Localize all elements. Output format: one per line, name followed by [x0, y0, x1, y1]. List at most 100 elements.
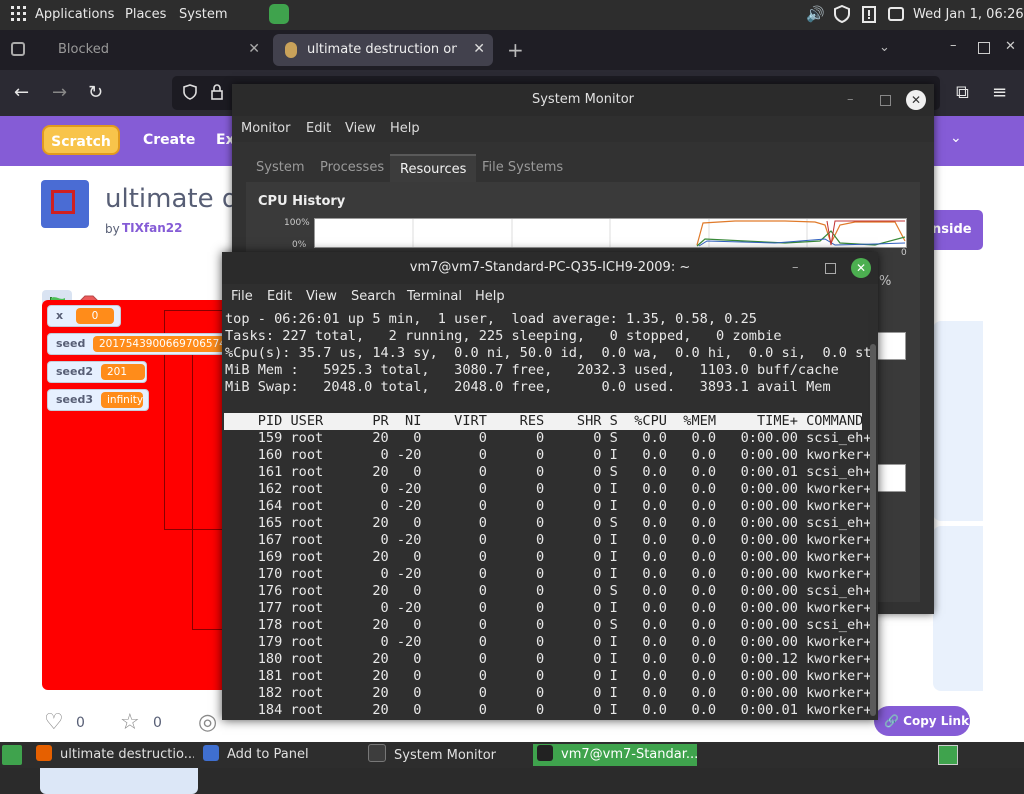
back-arrow-icon[interactable]: ← [14, 82, 29, 103]
minimize-icon[interactable]: – [792, 252, 799, 284]
menu-places[interactable]: Places [125, 7, 166, 22]
menu-file[interactable]: File [231, 289, 253, 304]
menu-edit[interactable]: Edit [267, 289, 292, 304]
variable-value: 0 [76, 308, 114, 324]
menu-terminal[interactable]: Terminal [407, 289, 462, 304]
hamburger-menu-icon[interactable]: ≡ [992, 82, 1007, 103]
variable-monitor-seed[interactable]: seed 2017543900669706574 [47, 333, 235, 355]
lock-icon[interactable] [210, 84, 224, 104]
task-system-monitor[interactable]: System Monitor [368, 744, 526, 766]
tab-overview-icon[interactable] [11, 42, 25, 56]
menu-search[interactable]: Search [351, 289, 396, 304]
account-chevron-icon[interactable]: ⌄ [950, 130, 962, 146]
variable-value: infinity [101, 392, 143, 408]
show-desktop-icon[interactable] [2, 745, 22, 765]
window-title: System Monitor [531, 92, 635, 107]
tab-blocked[interactable]: Blocked ✕ [40, 34, 268, 66]
scratch-logo[interactable]: Scratch [42, 125, 120, 155]
bottom-taskbar: ultimate destructio... Add to Panel Syst… [0, 742, 1024, 768]
variable-monitor-x[interactable]: x 0 [47, 305, 121, 327]
menu-view[interactable]: View [306, 289, 337, 304]
task-add-to-panel[interactable]: Add to Panel [203, 744, 353, 766]
menu-applications[interactable]: Applications [35, 7, 114, 22]
remix-icon[interactable]: ◎ [198, 710, 217, 735]
variable-name: seed2 [56, 365, 93, 378]
menu-edit[interactable]: Edit [306, 121, 331, 136]
window-list-icon[interactable] [887, 5, 905, 23]
terminal-window: vm7@vm7-Standard-PC-Q35-ICH9-2009: ~ – ✕… [222, 252, 878, 720]
terminal-menubar: File Edit View Search Terminal Help [222, 284, 878, 310]
variable-name: seed [56, 337, 86, 350]
side-card [933, 526, 983, 691]
clipboard-alert-icon[interactable] [860, 5, 878, 23]
close-tab-icon[interactable]: ✕ [473, 41, 485, 57]
process-row: 178 root 20 0 0 0 0 S 0.0 0.0 0:00.00 sc… [225, 617, 872, 633]
close-icon[interactable]: ✕ [906, 90, 926, 110]
terminal-output[interactable]: top - 06:26:01 up 5 min, 1 user, load av… [222, 310, 872, 720]
restore-icon[interactable] [978, 42, 990, 54]
top-summary-line: top - 06:26:01 up 5 min, 1 user, load av… [225, 311, 757, 327]
minimize-icon[interactable]: – [847, 84, 854, 116]
task-terminal[interactable]: vm7@vm7-Standar... [533, 744, 697, 766]
star-icon[interactable]: ☆ [120, 710, 140, 735]
nav-create[interactable]: Create [143, 132, 195, 148]
reload-icon[interactable]: ↻ [88, 82, 103, 103]
extensions-icon[interactable]: ⧉ [956, 82, 969, 103]
favorite-count: 0 [153, 715, 162, 731]
menu-system[interactable]: System [179, 7, 227, 22]
terminal-icon [537, 745, 553, 761]
menu-monitor[interactable]: Monitor [241, 121, 290, 136]
process-row: 176 root 20 0 0 0 0 S 0.0 0.0 0:00.00 sc… [225, 583, 872, 599]
link-icon: 🔗 [884, 714, 899, 728]
close-icon[interactable]: ✕ [851, 258, 871, 278]
menu-view[interactable]: View [345, 121, 376, 136]
process-row: 184 root 20 0 0 0 0 I 0.0 0.0 0:00.01 kw… [225, 702, 872, 718]
tab-system[interactable]: System [246, 154, 314, 182]
tab-ultimate-destruction[interactable]: ultimate destruction on Scr ✕ [273, 34, 493, 66]
tab-strip: Blocked ✕ ultimate destruction on Scr ✕ … [0, 30, 1024, 70]
side-card [933, 321, 983, 521]
clock[interactable]: Wed Jan 1, 06:26 [913, 7, 1024, 22]
process-row: 180 root 20 0 0 0 0 I 0.0 0.0 0:00.12 kw… [225, 651, 872, 667]
volume-icon[interactable]: 🔊 [806, 5, 825, 23]
tracking-shield-icon[interactable] [182, 84, 198, 104]
task-label: ultimate destructio... [60, 747, 194, 762]
variable-value: 201 [101, 364, 145, 380]
terminal-scrollbar[interactable] [870, 344, 876, 716]
copy-link-button[interactable]: 🔗 Copy Link [874, 706, 970, 736]
menu-help[interactable]: Help [475, 289, 505, 304]
close-window-icon[interactable]: ✕ [1005, 39, 1016, 54]
forward-arrow-icon[interactable]: → [52, 82, 67, 103]
maximize-icon[interactable] [880, 95, 891, 106]
tab-file-systems[interactable]: File Systems [472, 154, 573, 182]
process-row: 181 root 20 0 0 0 0 I 0.0 0.0 0:00.00 kw… [225, 668, 872, 684]
graph-axis-zero: 0 [901, 248, 907, 258]
variable-monitor-seed3[interactable]: seed3 infinity [47, 389, 149, 411]
new-tab-button[interactable]: + [507, 38, 524, 62]
project-stage[interactable]: x 0 seed 2017543900669706574 seed2 201 s… [42, 300, 237, 690]
close-tab-icon[interactable]: ✕ [248, 41, 260, 57]
heart-icon[interactable]: ♡ [44, 710, 64, 735]
author-link[interactable]: TIXfan22 [122, 221, 182, 235]
tab-resources[interactable]: Resources [390, 154, 477, 182]
tab-processes[interactable]: Processes [310, 154, 394, 182]
maximize-icon[interactable] [825, 263, 836, 274]
tab-list-chevron-icon[interactable]: ⌄ [879, 40, 890, 55]
minimize-icon[interactable]: – [950, 38, 957, 53]
variable-monitor-seed2[interactable]: seed2 201 [47, 361, 147, 383]
system-monitor-titlebar[interactable]: System Monitor – ✕ [232, 84, 934, 116]
memory-graph [876, 332, 906, 360]
system-monitor-icon [368, 744, 386, 762]
menu-help[interactable]: Help [390, 121, 420, 136]
workspace-switcher[interactable] [938, 745, 958, 765]
terminal-titlebar[interactable]: vm7@vm7-Standard-PC-Q35-ICH9-2009: ~ – ✕ [222, 252, 878, 284]
apps-grid-icon[interactable] [11, 6, 27, 22]
percent-label: % [879, 274, 892, 289]
process-table-header: PID USER PR NI VIRT RES SHR S %CPU %MEM … [224, 413, 863, 430]
process-row: 170 root 0 -20 0 0 0 I 0.0 0.0 0:00.00 k… [225, 566, 872, 582]
shield-icon[interactable] [833, 4, 851, 24]
process-row: 160 root 0 -20 0 0 0 I 0.0 0.0 0:00.00 k… [225, 447, 872, 463]
task-firefox[interactable]: ultimate destructio... [36, 744, 194, 766]
tab-label: Blocked [58, 42, 109, 57]
browser-launcher-icon[interactable] [269, 4, 289, 24]
